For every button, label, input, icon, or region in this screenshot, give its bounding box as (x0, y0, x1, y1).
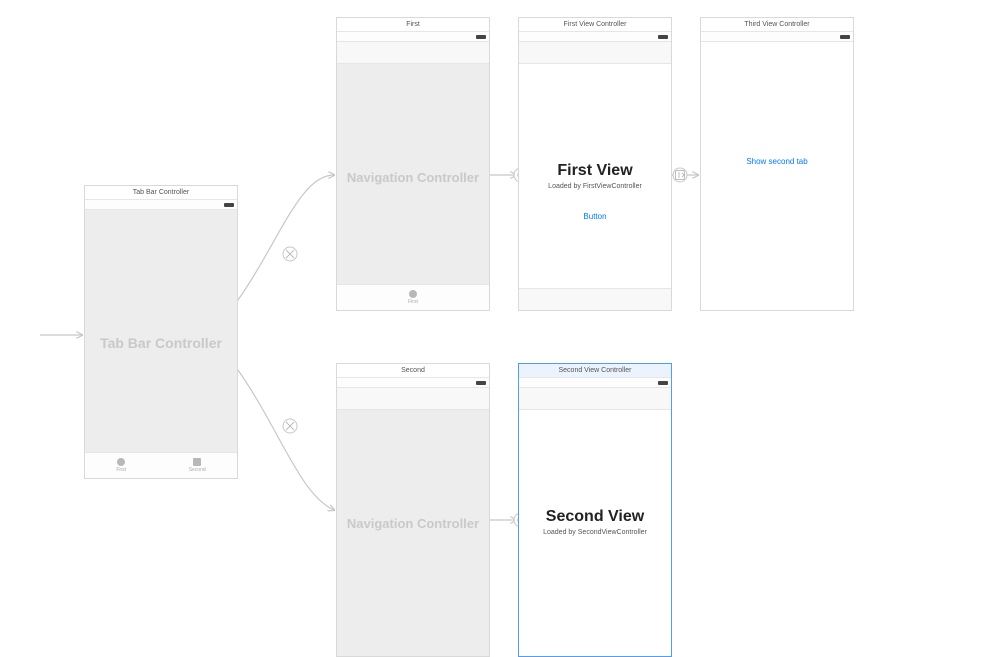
second-view-subtitle: Loaded by SecondViewController (519, 529, 671, 536)
status-bar (85, 200, 237, 210)
scene-navigation-controller-first[interactable]: First Navigation Controller First (336, 17, 490, 311)
scene-header-title: Tab Bar Controller (133, 189, 189, 196)
first-view-subtitle: Loaded by FirstViewController (519, 183, 671, 190)
button-link[interactable]: Button (519, 212, 671, 221)
status-bar (337, 378, 489, 388)
navigation-bar (337, 388, 489, 410)
scene-third-view-controller[interactable]: Third View Controller Show second tab (700, 17, 854, 311)
scene-header[interactable]: First (337, 18, 489, 32)
status-bar (519, 32, 671, 42)
battery-icon (224, 203, 233, 207)
scene-header[interactable]: First View Controller (519, 18, 671, 32)
tab-label: First (116, 467, 126, 473)
scene-header[interactable]: Tab Bar Controller (85, 186, 237, 200)
scene-tab-bar-controller[interactable]: Tab Bar Controller Tab Bar Controller Fi… (84, 185, 238, 479)
tab-item-first[interactable]: First (408, 290, 418, 305)
battery-icon (658, 35, 667, 39)
navigation-bar (519, 388, 671, 410)
tab-label: Second (189, 467, 206, 473)
placeholder-title: Navigation Controller (337, 170, 489, 185)
status-bar (519, 378, 671, 388)
scene-header-title: Second View Controller (558, 367, 631, 374)
scene-header-title: Third View Controller (744, 21, 809, 28)
second-view-title: Second View (519, 508, 671, 526)
scene-header-title: First View Controller (564, 21, 627, 28)
status-bar (701, 32, 853, 42)
navigation-bar (519, 42, 671, 64)
scene-body: Navigation Controller (337, 64, 489, 284)
navigation-bar (337, 42, 489, 64)
circle-icon (117, 458, 125, 466)
scene-header[interactable]: Third View Controller (701, 18, 853, 32)
tab-bar: First Second (85, 452, 237, 478)
scene-body: Show second tab (701, 42, 853, 310)
placeholder-title: Navigation Controller (337, 516, 489, 531)
tab-label: First (408, 299, 418, 305)
toolbar-placeholder (519, 288, 671, 310)
tab-bar: First (337, 284, 489, 310)
battery-icon (476, 35, 485, 39)
scene-body: Navigation Controller (337, 410, 489, 656)
scene-first-view-controller[interactable]: First View Controller First View Loaded … (518, 17, 672, 311)
show-second-tab-button[interactable]: Show second tab (701, 157, 853, 166)
placeholder-title: Tab Bar Controller (85, 335, 237, 351)
battery-icon (658, 381, 667, 385)
scene-body: First View Loaded by FirstViewController… (519, 64, 671, 288)
tab-item-second[interactable]: Second (189, 458, 206, 473)
status-bar (337, 32, 489, 42)
scene-header-title: First (406, 21, 420, 28)
first-view-title: First View (519, 162, 671, 180)
battery-icon (840, 35, 849, 39)
battery-icon (476, 381, 485, 385)
scene-header[interactable]: Second View Controller (519, 364, 671, 378)
scene-header-title: Second (401, 367, 425, 374)
circle-icon (409, 290, 417, 298)
square-icon (193, 458, 201, 466)
scene-header[interactable]: Second (337, 364, 489, 378)
tab-item-first[interactable]: First (116, 458, 126, 473)
scene-body: Second View Loaded by SecondViewControll… (519, 410, 671, 656)
scene-body: Tab Bar Controller (85, 210, 237, 452)
